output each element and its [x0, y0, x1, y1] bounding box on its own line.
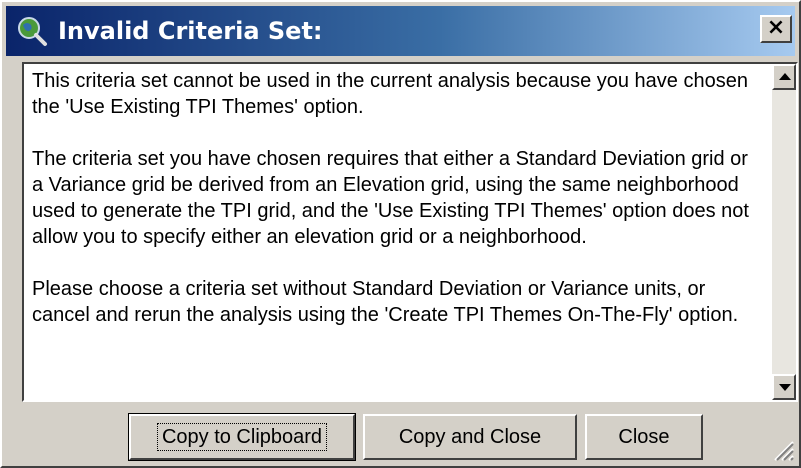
message-paragraph-1: This criteria set cannot be used in the … — [32, 70, 748, 118]
resize-grip-icon[interactable] — [769, 436, 795, 462]
copy-to-clipboard-label: Copy to Clipboard — [156, 423, 328, 451]
close-icon[interactable]: × — [760, 15, 792, 43]
vertical-scrollbar[interactable] — [772, 64, 796, 400]
message-textbox[interactable]: This criteria set cannot be used in the … — [22, 62, 798, 402]
arrow-down-icon — [779, 384, 791, 391]
scroll-down-button[interactable] — [772, 374, 796, 400]
arrow-up-icon — [779, 73, 791, 80]
message-paragraph-2: The criteria set you have chosen require… — [32, 148, 749, 248]
window-title: Invalid Criteria Set: — [58, 17, 323, 45]
dialog-window: Invalid Criteria Set: × This criteria se… — [0, 0, 801, 468]
scroll-up-button[interactable] — [772, 64, 796, 90]
globe-magnifier-icon — [18, 17, 47, 46]
copy-and-close-button[interactable]: Copy and Close — [363, 414, 577, 460]
copy-to-clipboard-button[interactable]: Copy to Clipboard — [128, 413, 356, 461]
message-paragraph-3: Please choose a criteria set without Sta… — [32, 278, 739, 326]
title-bar[interactable]: Invalid Criteria Set: × — [6, 6, 795, 56]
message-text: This criteria set cannot be used in the … — [32, 68, 752, 354]
close-button[interactable]: Close — [585, 414, 703, 460]
